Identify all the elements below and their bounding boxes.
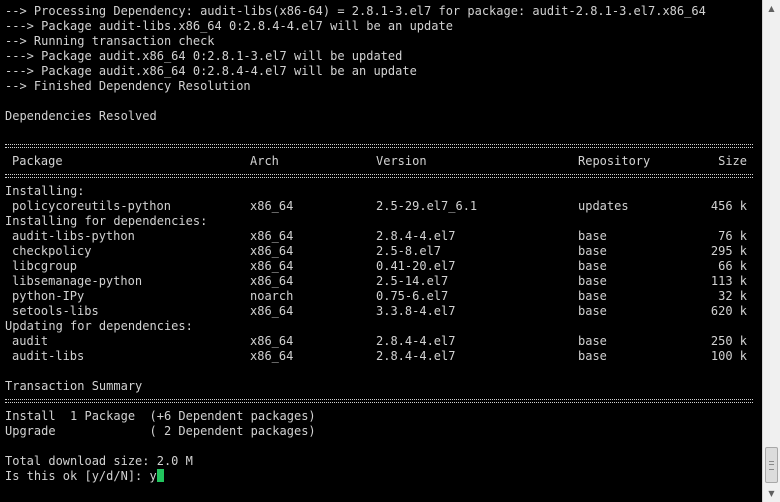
package-repository: base (578, 274, 607, 288)
package-arch: x86_64 (250, 304, 294, 318)
package-name: audit-libs-python (12, 229, 135, 243)
package-name: policycoreutils-python (12, 199, 171, 213)
grip-icon (769, 461, 774, 470)
log-line: --> Running transaction check (5, 34, 215, 48)
terminal-window[interactable]: --> Processing Dependency: audit-libs(x8… (0, 0, 762, 502)
header-repository: Repository (578, 154, 651, 168)
package-size: 250 k (710, 334, 747, 348)
package-arch: x86_64 (250, 244, 294, 258)
package-size: 100 k (710, 349, 747, 363)
package-name: libsemanage-python (12, 274, 143, 288)
package-size: 66 k (718, 259, 747, 273)
log-line: ---> Package audit.x86_64 0:2.8.4-4.el7 … (5, 64, 417, 78)
upgrade-summary: Upgrade ( 2 Dependent packages) (5, 424, 316, 438)
package-arch: noarch (250, 289, 294, 303)
scroll-thumb[interactable] (765, 447, 778, 483)
section-title: Updating for dependencies: (5, 319, 193, 333)
package-name: checkpolicy (12, 244, 92, 258)
confirm-prompt: Is this ok [y/d/N]: (5, 469, 150, 483)
scroll-down-icon[interactable]: ▼ (763, 485, 780, 502)
package-version: 2.8.4-4.el7 (376, 349, 456, 363)
package-name: libcgroup (12, 259, 78, 273)
package-version: 2.5-14.el7 (376, 274, 449, 288)
package-version: 2.8.4-4.el7 (376, 229, 456, 243)
separator-rule (5, 394, 753, 409)
package-version: 2.5-29.el7_6.1 (376, 199, 478, 213)
package-size: 76 k (718, 229, 747, 243)
header-package: Package (12, 154, 63, 168)
confirm-prompt-line: Is this ok [y/d/N]: y (5, 469, 164, 484)
section-title: Installing for dependencies: (5, 214, 208, 228)
package-size: 295 k (710, 244, 747, 258)
scroll-up-icon[interactable]: ▲ (763, 0, 780, 17)
package-name: setools-libs (12, 304, 99, 318)
section-title: Installing: (5, 184, 85, 198)
package-version: 2.8.4-4.el7 (376, 334, 456, 348)
package-size: 620 k (710, 304, 747, 318)
header-version: Version (376, 154, 427, 168)
package-version: 3.3.8-4.el7 (376, 304, 456, 318)
header-size: Size (718, 154, 747, 168)
package-repository: base (578, 289, 607, 303)
separator-rule (5, 139, 753, 154)
package-name: audit (12, 334, 49, 348)
download-size: Total download size: 2.0 M (5, 454, 193, 468)
log-line: --> Processing Dependency: audit-libs(x8… (5, 4, 706, 18)
dependencies-resolved-text: Dependencies Resolved (5, 109, 157, 123)
package-arch: x86_64 (250, 349, 294, 363)
package-repository: base (578, 334, 607, 348)
package-repository: base (578, 349, 607, 363)
package-version: 0.75-6.el7 (376, 289, 449, 303)
package-arch: x86_64 (250, 274, 294, 288)
log-line: --> Finished Dependency Resolution (5, 79, 251, 93)
install-summary: Install 1 Package (+6 Dependent packages… (5, 409, 316, 423)
header-arch: Arch (250, 154, 279, 168)
package-size: 113 k (710, 274, 747, 288)
package-arch: x86_64 (250, 199, 294, 213)
package-repository: base (578, 229, 607, 243)
log-line: ---> Package audit-libs.x86_64 0:2.8.4-4… (5, 19, 453, 33)
text-cursor (156, 469, 164, 482)
vertical-scrollbar[interactable]: ▲ ▼ (762, 0, 780, 502)
package-repository: updates (578, 199, 629, 213)
prompt-input[interactable]: y (150, 469, 157, 483)
package-repository: base (578, 304, 607, 318)
package-arch: x86_64 (250, 259, 294, 273)
package-version: 2.5-8.el7 (376, 244, 442, 258)
package-name: audit-libs (12, 349, 85, 363)
package-version: 0.41-20.el7 (376, 259, 456, 273)
package-repository: base (578, 259, 607, 273)
separator-rule (5, 169, 753, 184)
package-repository: base (578, 244, 607, 258)
package-arch: x86_64 (250, 229, 294, 243)
log-line: ---> Package audit.x86_64 0:2.8.1-3.el7 … (5, 49, 403, 63)
transaction-summary-title: Transaction Summary (5, 379, 143, 393)
package-size: 456 k (710, 199, 747, 213)
package-size: 32 k (718, 289, 747, 303)
package-arch: x86_64 (250, 334, 294, 348)
package-name: python-IPy (12, 289, 85, 303)
